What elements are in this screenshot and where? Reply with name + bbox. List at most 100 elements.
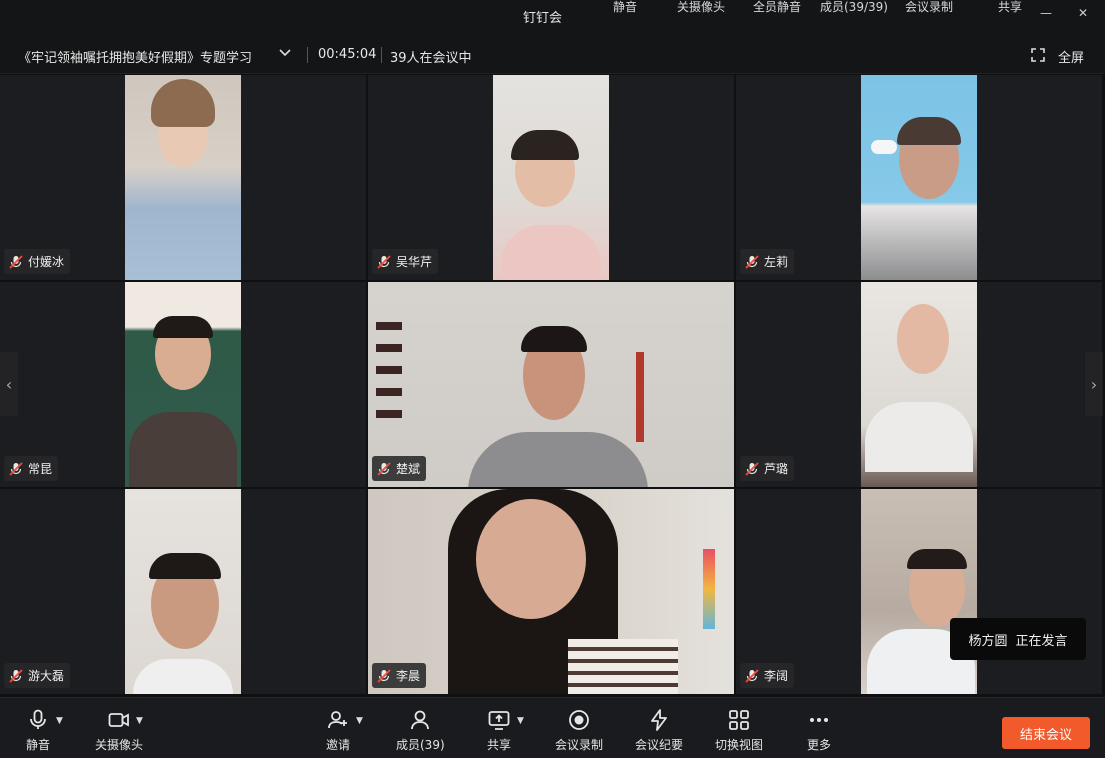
mute-options-caret[interactable]: ▼ (56, 716, 63, 726)
mic-muted-icon (9, 461, 23, 476)
video-feed (861, 75, 977, 280)
participant-name: 常昆 (28, 462, 53, 476)
participant-hair (153, 316, 213, 338)
members-icon (411, 710, 430, 730)
top-share-item[interactable]: 共享 (998, 0, 1022, 15)
minimize-icon[interactable]: — (1040, 6, 1052, 20)
chevron-down-icon[interactable] (278, 45, 292, 59)
prev-page-button[interactable]: ‹ (0, 352, 18, 416)
mic-muted-icon (745, 668, 759, 683)
top-members-item[interactable]: 成员(39/39) (820, 0, 888, 15)
wall-decoration (376, 322, 402, 432)
top-mute-all-item[interactable]: 全员静音 (753, 0, 801, 15)
participant-name-tag: 吴华芹 (372, 249, 439, 274)
participant-name: 李晨 (396, 669, 421, 683)
invite-button[interactable]: ▼ 邀请 (326, 708, 363, 753)
top-camera-item[interactable]: 关摄像头 (677, 0, 725, 15)
participant-name-tag: 芦璐 (740, 456, 795, 481)
lightning-icon (651, 709, 667, 731)
participant-name: 游大磊 (28, 669, 65, 683)
participant-hair (897, 117, 961, 145)
participant-tile[interactable]: 左莉 (736, 75, 1102, 280)
mic-muted-icon (377, 254, 391, 269)
end-meeting-button[interactable]: 结束会议 (1002, 717, 1090, 749)
participant-name: 李阔 (764, 669, 789, 683)
mute-button[interactable]: ▼ 静音 (26, 708, 63, 753)
share-screen-icon (488, 711, 510, 730)
participant-tile[interactable]: 吴华芹 (368, 75, 734, 280)
participant-tile[interactable]: 游大磊 (0, 489, 366, 694)
invite-options-caret[interactable]: ▼ (356, 716, 363, 726)
participant-name: 吴华芹 (396, 255, 433, 269)
participant-name-tag: 付媛冰 (4, 249, 71, 274)
video-feed (861, 489, 977, 694)
participant-face (476, 499, 586, 619)
fullscreen-button[interactable]: 全屏 (1058, 47, 1084, 66)
participant-name-tag: 李阔 (740, 663, 795, 688)
participant-name-tag: 楚斌 (372, 456, 427, 481)
participant-hair (511, 130, 579, 160)
speaker-status: 正在发言 (1015, 633, 1068, 649)
participant-tile[interactable]: 常昆 (0, 282, 366, 487)
more-label: 更多 (807, 738, 832, 752)
top-record-item[interactable]: 会议录制 (905, 0, 953, 15)
camera-options-caret[interactable]: ▼ (136, 716, 143, 726)
meeting-timer: 00:45:04 (318, 47, 377, 62)
fullscreen-icon[interactable] (1031, 48, 1045, 62)
video-grid: 付媛冰 吴华芹 左莉 常昆 楚斌 芦璐 游大磊 李晨 李阔 (0, 75, 1105, 696)
more-icon (810, 718, 828, 722)
participant-name-tag: 常昆 (4, 456, 59, 481)
close-icon[interactable]: ✕ (1078, 6, 1088, 20)
participant-tile[interactable]: 李阔 (736, 489, 1102, 694)
participant-hair (521, 326, 587, 352)
video-feed (125, 75, 241, 280)
camera-icon (108, 713, 129, 727)
chevron-right-icon: › (1090, 374, 1098, 394)
share-label: 共享 (487, 738, 512, 752)
video-feed (493, 75, 609, 280)
participant-tile[interactable]: 付媛冰 (0, 75, 366, 280)
share-options-caret[interactable]: ▼ (517, 716, 524, 726)
minutes-button[interactable]: 会议纪要 (635, 708, 683, 753)
members-button[interactable]: 成员(39) (396, 708, 445, 753)
mic-muted-icon (377, 461, 391, 476)
video-feed (861, 282, 977, 487)
participant-body (865, 402, 973, 472)
participant-name: 左莉 (764, 255, 789, 269)
participant-face (897, 304, 949, 374)
participant-name: 芦璐 (764, 462, 789, 476)
add-user-icon (328, 711, 347, 729)
participant-name-tag: 李晨 (372, 663, 427, 688)
meeting-title-bar: 《牢记领袖嘱托拥抱美好假期》专题学习 00:45:04 39人在会议中 全屏 (0, 36, 1105, 74)
participant-body (133, 659, 233, 694)
minutes-label: 会议纪要 (635, 738, 684, 752)
participant-tile[interactable]: 楚斌 (368, 282, 734, 487)
mic-muted-icon (377, 668, 391, 683)
microphone-icon (30, 709, 46, 729)
record-button[interactable]: 会议录制 (555, 708, 603, 753)
share-button[interactable]: ▼ 共享 (487, 708, 524, 753)
participant-count: 39人在会议中 (390, 51, 472, 66)
wall-decoration (703, 549, 715, 629)
video-feed (125, 282, 241, 487)
record-icon (569, 710, 589, 730)
divider (381, 47, 382, 63)
mute-label: 静音 (26, 738, 51, 752)
app-name: 钉钉会 (523, 11, 563, 26)
participant-tile[interactable]: 李晨 (368, 489, 734, 694)
members-label: 成员(39) (396, 738, 445, 752)
mic-muted-icon (745, 254, 759, 269)
divider (307, 47, 308, 63)
participant-hair (907, 549, 967, 569)
participant-body (568, 639, 678, 694)
invite-label: 邀请 (326, 738, 351, 752)
participant-tile[interactable]: 芦璐 (736, 282, 1102, 487)
camera-button[interactable]: ▼ 关摄像头 (95, 708, 143, 753)
top-mute-item[interactable]: 静音 (613, 0, 637, 15)
switch-view-button[interactable]: 切换视图 (715, 708, 763, 753)
bottom-toolbar: ▼ 静音 ▼ 关摄像头 ▼ 邀请 成员(39) ▼ 共享 会议录制 会议纪要 切… (0, 697, 1105, 758)
next-page-button[interactable]: › (1085, 352, 1103, 416)
participant-name: 付媛冰 (28, 255, 65, 269)
grid-view-icon (729, 710, 749, 730)
more-button[interactable]: 更多 (807, 708, 831, 753)
